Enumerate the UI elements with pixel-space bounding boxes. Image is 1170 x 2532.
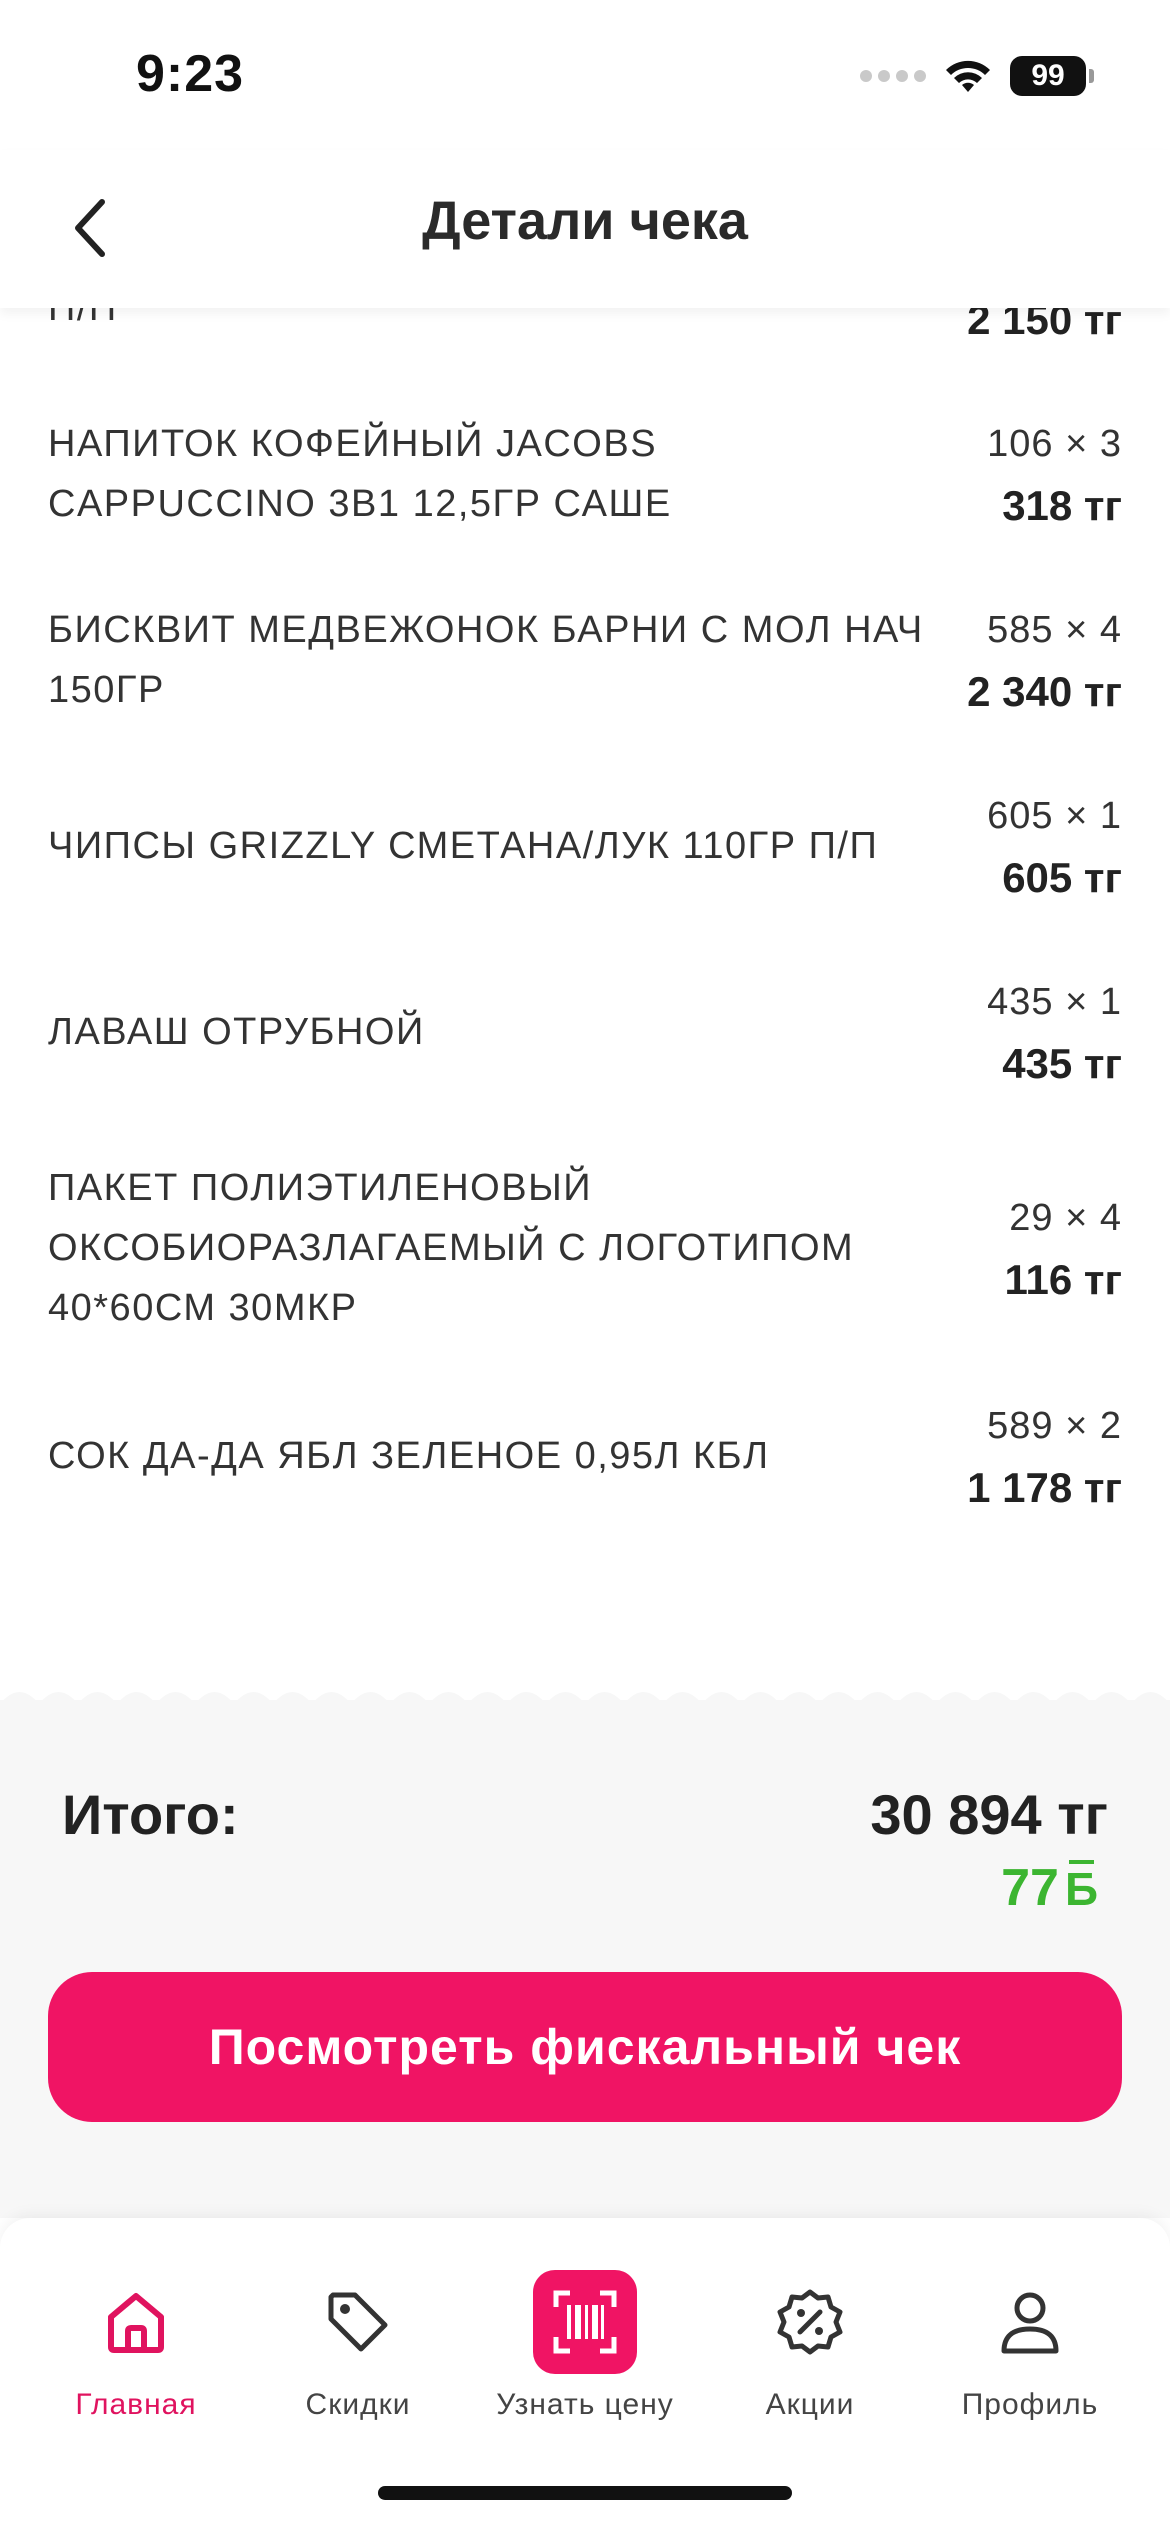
item-quantity: 29 × 4 <box>1009 1197 1122 1239</box>
item-total: 605 тг <box>1002 854 1122 901</box>
tab-label: Скидки <box>305 2388 411 2421</box>
wifi-icon <box>946 60 990 92</box>
battery-level: 99 <box>1010 56 1086 96</box>
tab-label: Акции <box>765 2388 855 2421</box>
bonus-currency-sign: Б <box>1064 1860 1098 1915</box>
barcode-scan-icon <box>533 2270 637 2374</box>
home-icon <box>84 2270 188 2374</box>
receipt-item: ЧИПСЫ GRIZZLY СМЕТАНА/ЛУК 110ГР П/П 605 … <box>48 786 1122 916</box>
home-indicator[interactable] <box>378 2486 792 2500</box>
bonus-points: 77 Б <box>1001 1858 1098 1918</box>
total-label: Итого: <box>62 1783 239 1846</box>
tab-label: Профиль <box>961 2388 1099 2421</box>
receipt-item: ПАКЕТ ПОЛИЭТИЛЕНОВЫЙ ОКСОБИОРАЗЛАГАЕМЫЙ … <box>48 1158 1122 1348</box>
header-bar: Детали чека <box>0 150 1170 308</box>
tab-promotions[interactable]: Акции <box>710 2248 910 2421</box>
receipt-item: ЛАВАШ ОТРУБНОЙ 435 × 1 435 тг <box>48 972 1122 1102</box>
view-fiscal-receipt-button[interactable]: Посмотреть фискальный чек <box>48 1972 1122 2122</box>
tab-home[interactable]: Главная <box>36 2248 236 2421</box>
status-time: 9:23 <box>136 45 245 103</box>
bottom-tab-bar: Главная Скидки Узнать цену Акции Профиль <box>0 2218 1170 2532</box>
item-quantity: 589 × 2 <box>987 1405 1122 1447</box>
item-quantity: 605 × 1 <box>987 795 1122 837</box>
tab-check-price[interactable]: Узнать цену <box>485 2248 685 2421</box>
item-name: ПАКЕТ ПОЛИЭТИЛЕНОВЫЙ ОКСОБИОРАЗЛАГАЕМЫЙ … <box>48 1167 855 1329</box>
item-name: НАПИТОК КОФЕЙНЫЙ JACOBS CAPPUCCINO 3В1 1… <box>48 423 672 525</box>
item-total: 1 178 тг <box>967 1464 1122 1511</box>
status-icons: 99 <box>860 56 1094 96</box>
item-quantity: 106 × 3 <box>987 423 1122 465</box>
item-name: ЛАВАШ ОТРУБНОЙ <box>48 1011 425 1053</box>
item-quantity: 435 × 1 <box>987 981 1122 1023</box>
profile-icon <box>978 2270 1082 2374</box>
item-total: 116 тг <box>1004 1256 1123 1303</box>
cellular-signal-icon <box>860 70 926 82</box>
item-name: БИСКВИТ МЕДВЕЖОНОК БАРНИ С МОЛ НАЧ 150ГР <box>48 609 924 711</box>
receipt-item: НАПИТОК КОФЕЙНЫЙ JACOBS CAPPUCCINO 3В1 1… <box>48 414 1122 544</box>
receipt-item: БИСКВИТ МЕДВЕЖОНОК БАРНИ С МОЛ НАЧ 150ГР… <box>48 600 1122 730</box>
total-value: 30 894 тг <box>870 1783 1108 1846</box>
item-name: СОК ДА-ДА ЯБЛ ЗЕЛЕНОЕ 0,95Л КБЛ <box>48 1435 770 1477</box>
bonus-value: 77 <box>1001 1859 1059 1917</box>
tag-icon <box>306 2270 410 2374</box>
receipt-item: СОК ДА-ДА ЯБЛ ЗЕЛЕНОЕ 0,95Л КБЛ 589 × 2 … <box>48 1396 1122 1526</box>
page-title: Детали чека <box>422 191 748 251</box>
tab-label: Главная <box>75 2388 197 2421</box>
item-total: 2 340 тг <box>967 668 1122 715</box>
item-total: 318 тг <box>1002 482 1122 529</box>
tab-discounts[interactable]: Скидки <box>258 2248 458 2421</box>
item-total: 435 тг <box>1002 1040 1122 1087</box>
receipt-edge-decoration <box>0 1692 1170 1704</box>
item-quantity: 585 × 4 <box>987 609 1122 651</box>
percent-badge-icon <box>758 2270 862 2374</box>
status-bar: 9:23 99 <box>0 0 1170 150</box>
item-name: ЧИПСЫ GRIZZLY СМЕТАНА/ЛУК 110ГР П/П <box>48 825 879 867</box>
battery-icon: 99 <box>1010 56 1094 96</box>
tab-label: Узнать цену <box>496 2388 674 2421</box>
tab-profile[interactable]: Профиль <box>930 2248 1130 2421</box>
receipt-summary: Итого: 30 894 тг 77 Б Посмотреть фискаль… <box>0 1692 1170 2218</box>
receipt-items-list[interactable]: П/П 2 150 тг НАПИТОК КОФЕЙНЫЙ JACOBS CAP… <box>0 300 1170 1680</box>
